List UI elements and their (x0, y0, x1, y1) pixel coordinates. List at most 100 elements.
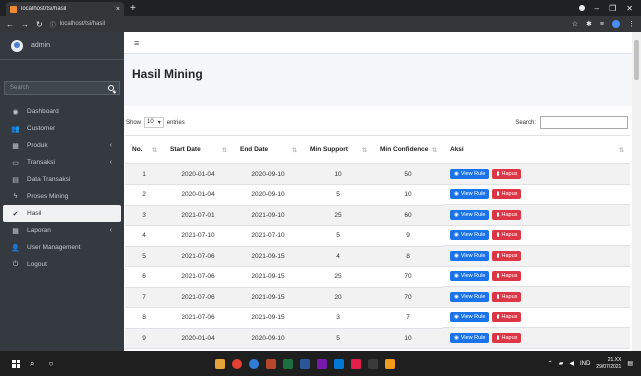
show-label: Show (126, 119, 142, 126)
sidebar-item-proses-mining[interactable]: ϟ Proses Mining (0, 188, 124, 205)
view-rule-button[interactable]: ◉ View Rule (450, 291, 490, 302)
trash-icon: ▮ (496, 211, 500, 218)
excel-icon[interactable] (283, 358, 294, 369)
delete-button[interactable]: ▮ Hapus (492, 250, 522, 261)
column-header-label: No. (132, 146, 143, 153)
column-header[interactable]: Min Support ⇅ (303, 135, 373, 164)
windows-start-icon[interactable] (12, 359, 20, 368)
view-rule-button[interactable]: ◉ View Rule (450, 189, 490, 200)
language-indicator[interactable]: IND (580, 361, 590, 367)
column-header[interactable]: Start Date ⇅ (163, 135, 233, 164)
view-rule-button[interactable]: ◉ View Rule (450, 209, 490, 220)
tray-chevron-icon[interactable]: ⌃ (548, 360, 553, 367)
sidebar-item-logout[interactable]: ⏻ Logout (0, 256, 124, 273)
close-window-icon[interactable]: ✕ (626, 4, 633, 13)
hamburger-icon[interactable]: ≡ (134, 38, 139, 48)
search-taskbar-icon[interactable]: ⌕ (30, 359, 34, 369)
table-cell: 10 (373, 328, 443, 349)
delete-button[interactable]: ▮ Hapus (492, 168, 522, 179)
chrome-icon[interactable] (232, 358, 243, 369)
search-input[interactable]: Search (10, 85, 29, 91)
tab-title: localhost/tsi/hasil (21, 6, 67, 12)
column-header[interactable]: No. ⇅ (125, 135, 163, 164)
view-rule-button[interactable]: ◉ View Rule (450, 312, 490, 323)
delete-button[interactable]: ▮ Hapus (492, 230, 522, 241)
table-row: 2 2020-01-04 2020-09-10 5 10 ◉ View Rule ▮ Hapus (125, 184, 630, 206)
view-rule-button[interactable]: ◉ View Rule (450, 168, 490, 179)
notification-icon[interactable]: ▤ (627, 360, 633, 367)
sidebar-item-produk[interactable]: ▦ Produk ‹ (0, 137, 124, 154)
more-icon[interactable]: ⋮ (628, 20, 635, 28)
table-cell: 2020-01-04 (163, 163, 233, 185)
sidebar-item-label: Laporan (27, 227, 51, 234)
sidebar-item-dashboard[interactable]: ◉ Dashboard (0, 103, 124, 120)
length-select[interactable]: 10 ▾ (144, 117, 164, 128)
scrollbar-thumb[interactable] (634, 40, 639, 80)
view-rule-label: View Rule (460, 252, 486, 259)
powerpoint-icon[interactable] (266, 358, 277, 369)
view-rule-button[interactable]: ◉ View Rule (450, 271, 490, 282)
minimize-icon[interactable]: – (595, 4, 599, 13)
page-title: Hasil Mining (132, 67, 203, 81)
maximize-icon[interactable]: ❐ (609, 4, 616, 13)
sidebar-item-user-management[interactable]: 👤 User Management (0, 239, 124, 256)
delete-button[interactable]: ▮ Hapus (492, 189, 522, 200)
profile-icon[interactable] (612, 20, 620, 28)
app-red-icon[interactable] (351, 358, 362, 369)
sidebar-item-customer[interactable]: 👥 Customer (0, 120, 124, 137)
delete-button[interactable]: ▮ Hapus (492, 291, 522, 302)
table-cell: 2020-01-04 (163, 184, 233, 206)
clock-date: 29/07/2021 (596, 363, 622, 370)
network-icon[interactable]: ▰ (559, 360, 564, 367)
volume-icon[interactable]: ◀ (569, 360, 574, 367)
info-icon[interactable]: ⓘ (50, 20, 56, 29)
edge-icon[interactable] (249, 358, 260, 369)
reload-icon[interactable]: ↻ (36, 20, 43, 29)
table-cell: 2021-09-15 (233, 266, 303, 288)
sidebar-item-hasil[interactable]: ✔ Hasil (3, 205, 121, 222)
clock[interactable]: 21.XX 29/07/2021 (596, 357, 621, 371)
sidebar-item-laporan[interactable]: ▦ Laporan ‹ (0, 222, 124, 239)
browser-tab[interactable]: localhost/tsi/hasil × (6, 2, 124, 16)
page-scrollbar[interactable] (632, 32, 641, 351)
url-field[interactable]: ⓘ localhost/tsi/hasil (50, 20, 105, 29)
media-icon[interactable]: ≡ (600, 21, 604, 28)
table-search-input[interactable] (540, 116, 628, 129)
column-header[interactable]: End Date ⇅ (233, 135, 303, 164)
back-icon[interactable]: ← (6, 20, 14, 29)
view-rule-button[interactable]: ◉ View Rule (450, 332, 490, 343)
delete-button[interactable]: ▮ Hapus (492, 271, 522, 282)
delete-button[interactable]: ▮ Hapus (492, 332, 522, 343)
sidebar-item-label: Customer (27, 125, 56, 132)
view-rule-button[interactable]: ◉ View Rule (450, 230, 490, 241)
word-icon[interactable] (300, 358, 311, 369)
actions-cell: ◉ View Rule ▮ Hapus (443, 205, 630, 226)
vscode-icon[interactable] (334, 358, 345, 369)
forward-icon[interactable]: → (21, 20, 29, 29)
tab-close-icon[interactable]: × (116, 6, 120, 13)
sidebar-item-transaksi[interactable]: ▭ Transaksi ‹ (0, 154, 124, 171)
column-header[interactable]: Aksi ⇅ (443, 135, 630, 164)
delete-button[interactable]: ▮ Hapus (492, 209, 522, 220)
table-cell: 2020-01-04 (163, 328, 233, 349)
view-rule-button[interactable]: ◉ View Rule (450, 250, 490, 261)
table-cell: 2020-09-10 (233, 328, 303, 349)
xampp-icon[interactable] (385, 358, 396, 369)
column-header[interactable]: Min Confidence ⇅ (373, 135, 443, 164)
sidebar-item-label: Logout (27, 261, 47, 268)
entries-label: entries (166, 119, 185, 126)
sidebar-item-data-transaksi[interactable]: ▤ Data Transaksi (0, 171, 124, 188)
search-icon[interactable] (108, 85, 114, 91)
sidebar-search[interactable]: Search (4, 81, 120, 95)
record-icon[interactable] (578, 5, 585, 11)
delete-button[interactable]: ▮ Hapus (492, 312, 522, 323)
file-explorer-icon[interactable] (215, 358, 226, 369)
trash-icon: ▮ (496, 273, 500, 280)
user-panel[interactable]: admin (0, 32, 124, 60)
star-icon[interactable]: ☆ (572, 20, 578, 28)
settings-icon[interactable] (368, 358, 379, 369)
new-tab-button[interactable]: + (130, 3, 136, 14)
extension-icon[interactable]: ✱ (586, 20, 592, 28)
onenote-icon[interactable] (317, 358, 328, 369)
cortana-icon[interactable]: ○ (48, 359, 53, 368)
